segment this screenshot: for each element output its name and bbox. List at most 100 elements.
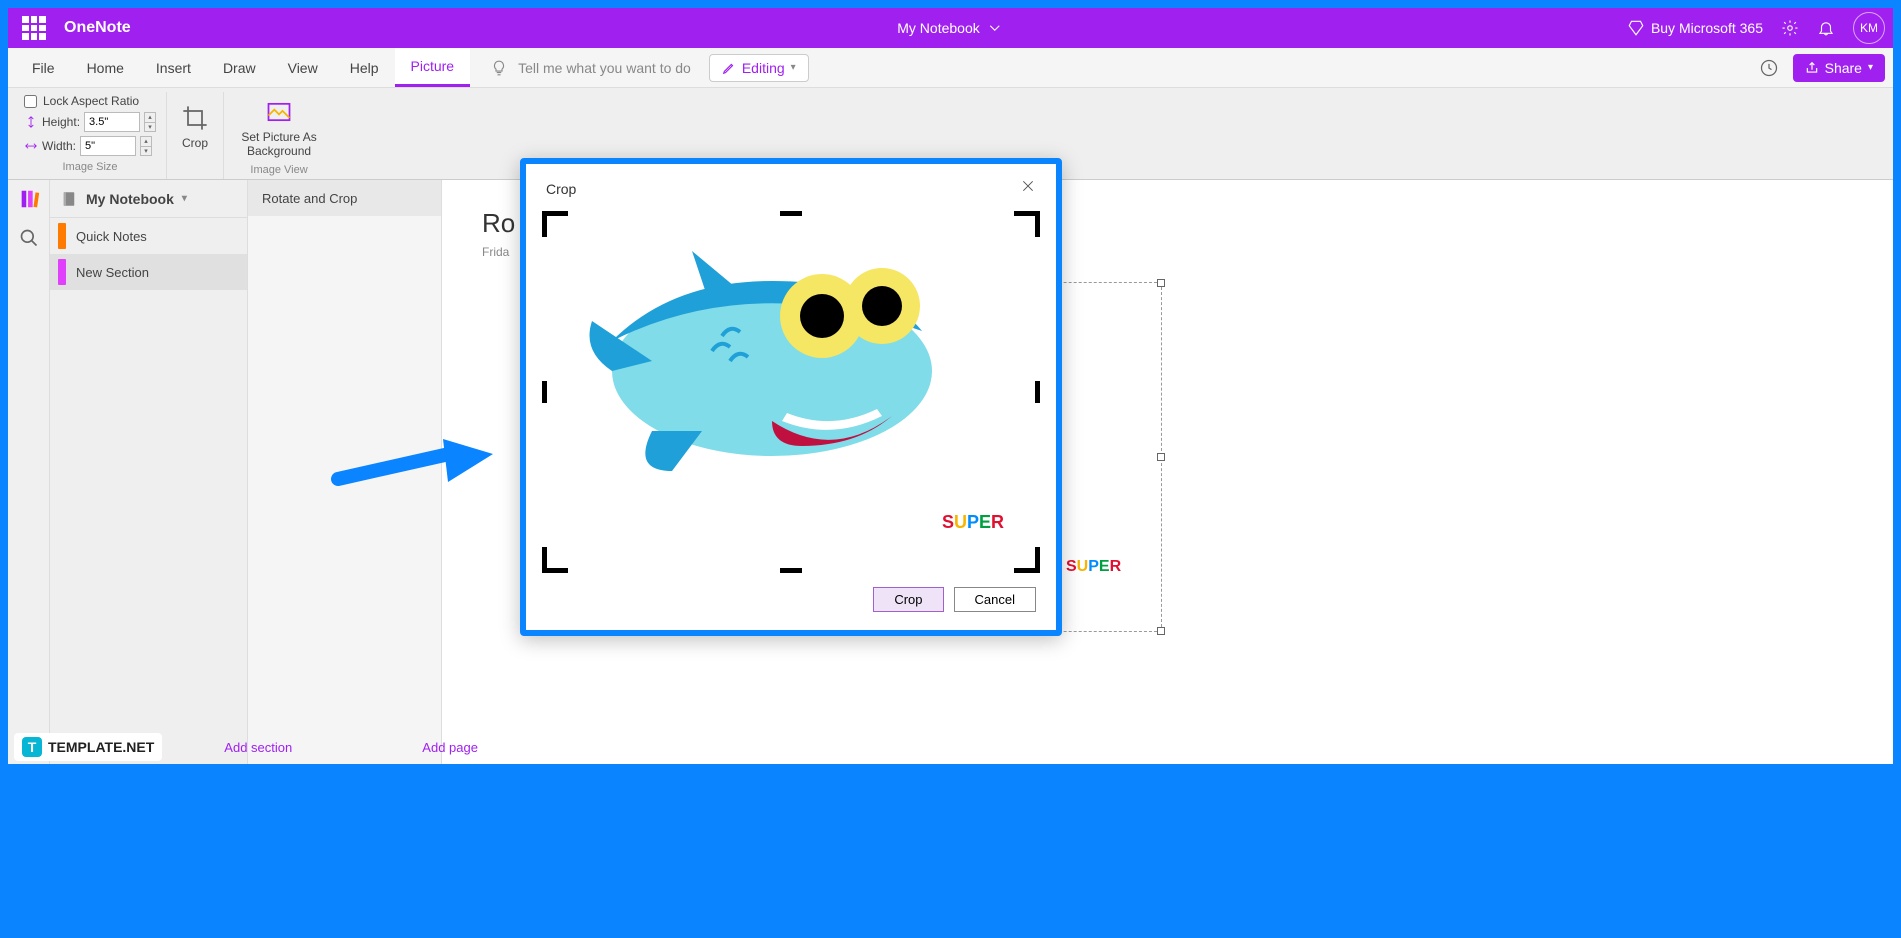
menu-insert[interactable]: Insert: [140, 50, 207, 86]
title-bar: OneNote My Notebook Buy Microsoft 365 KM: [8, 8, 1893, 48]
crop-icon: [181, 104, 209, 132]
dialog-crop-button[interactable]: Crop: [873, 587, 943, 612]
dialog-footer: Crop Cancel: [532, 579, 1050, 624]
height-input[interactable]: [84, 112, 140, 132]
dialog-cancel-button[interactable]: Cancel: [954, 587, 1036, 612]
width-input[interactable]: [80, 136, 136, 156]
page-pane: Rotate and Crop: [248, 180, 442, 764]
chevron-down-icon: [986, 19, 1004, 37]
set-picture-as-background-button[interactable]: Set Picture As Background: [234, 94, 324, 162]
app-frame: OneNote My Notebook Buy Microsoft 365 KM…: [8, 8, 1893, 764]
height-spinner[interactable]: ▴▾: [144, 112, 156, 132]
watermark-text: TEMPLATE.NET: [48, 739, 154, 755]
width-label: Width:: [42, 139, 76, 153]
buy-label: Buy Microsoft 365: [1651, 20, 1763, 36]
section-color-tab: [58, 259, 66, 285]
resize-handle[interactable]: [1157, 279, 1165, 287]
chevron-down-icon: ▾: [182, 193, 187, 204]
crop-handle-left[interactable]: [542, 381, 547, 403]
crop-handle-right[interactable]: [1035, 381, 1040, 403]
chevron-down-icon: ▾: [791, 62, 796, 73]
add-section-button[interactable]: Add section: [204, 740, 312, 755]
add-page-button[interactable]: Add page: [402, 740, 498, 755]
notebook-icon: [60, 190, 78, 208]
menu-draw[interactable]: Draw: [207, 50, 272, 86]
height-label: Height:: [42, 115, 80, 129]
notebook-dropdown[interactable]: My Notebook: [897, 19, 1003, 37]
resize-handle[interactable]: [1157, 453, 1165, 461]
search-icon[interactable]: [19, 228, 39, 248]
share-label: Share: [1825, 60, 1862, 76]
shark-image: [572, 221, 972, 491]
chevron-down-icon: ▾: [1868, 62, 1873, 73]
user-avatar[interactable]: KM: [1853, 12, 1885, 44]
diamond-icon: [1627, 19, 1645, 37]
resize-handle[interactable]: [1157, 627, 1165, 635]
close-icon: [1020, 178, 1036, 194]
crop-handle-bottom[interactable]: [780, 568, 802, 573]
dialog-close-button[interactable]: [1020, 178, 1036, 199]
menu-bar: File Home Insert Draw View Help Picture …: [8, 48, 1893, 88]
template-net-watermark: T TEMPLATE.NET: [14, 733, 162, 761]
share-button[interactable]: Share ▾: [1793, 54, 1885, 82]
picture-background-icon: [265, 98, 293, 126]
lightbulb-icon: [490, 59, 508, 77]
page-label: Rotate and Crop: [262, 191, 357, 206]
width-spinner[interactable]: ▴▾: [140, 136, 152, 156]
dialog-title: Crop: [546, 181, 576, 197]
avatar-initials: KM: [1860, 21, 1878, 35]
menu-picture[interactable]: Picture: [395, 48, 471, 87]
image-view-group-label: Image View: [250, 162, 307, 180]
menu-file[interactable]: File: [16, 50, 71, 86]
notifications-bell-icon[interactable]: [1817, 19, 1835, 37]
editing-mode-button[interactable]: Editing ▾: [709, 54, 809, 82]
page-item-rotate-and-crop[interactable]: Rotate and Crop: [248, 180, 441, 216]
crop-handle-top[interactable]: [780, 211, 802, 216]
crop-dialog: Crop: [520, 158, 1062, 636]
height-icon: [24, 115, 38, 129]
lock-aspect-label: Lock Aspect Ratio: [43, 94, 139, 108]
crop-handle-tr[interactable]: [1014, 211, 1040, 237]
menu-home[interactable]: Home: [71, 50, 140, 86]
ribbon-group-image-size: Lock Aspect Ratio Height: ▴▾ Width: ▴▾ I…: [14, 92, 167, 179]
notebook-dropdown-label: My Notebook: [897, 20, 979, 36]
width-icon: [24, 139, 38, 153]
crop-label: Crop: [182, 136, 208, 150]
section-color-tab: [58, 223, 66, 249]
share-icon: [1805, 61, 1819, 75]
ribbon-group-crop: Crop: [167, 92, 224, 179]
image-size-group-label: Image Size: [63, 159, 118, 177]
lock-aspect-ratio-checkbox[interactable]: Lock Aspect Ratio: [24, 94, 139, 108]
tell-me-search[interactable]: Tell me what you want to do: [490, 59, 691, 77]
tell-me-placeholder: Tell me what you want to do: [518, 60, 691, 76]
crop-handle-bl[interactable]: [542, 547, 568, 573]
menu-help[interactable]: Help: [334, 50, 395, 86]
crop-group-spacer: [194, 159, 197, 177]
menu-view[interactable]: View: [272, 50, 334, 86]
lock-aspect-checkbox-input[interactable]: [24, 95, 37, 108]
settings-gear-icon[interactable]: [1781, 19, 1799, 37]
section-item-quick-notes[interactable]: Quick Notes: [50, 218, 247, 254]
crop-handle-tl[interactable]: [542, 211, 568, 237]
app-launcher-icon[interactable]: [22, 16, 46, 40]
template-net-icon: T: [22, 737, 42, 757]
crop-handle-br[interactable]: [1014, 547, 1040, 573]
image-watermark-logo: SUPER: [1066, 558, 1121, 576]
footer: T TEMPLATE.NET Add section Add page: [8, 730, 1893, 764]
section-label: New Section: [76, 265, 149, 280]
super-simple-logo: SUPER: [942, 512, 1004, 533]
nav-rail: [8, 180, 50, 764]
buy-microsoft-365-button[interactable]: Buy Microsoft 365: [1627, 19, 1763, 37]
notebook-selector[interactable]: My Notebook ▾: [50, 180, 247, 218]
clock-sync-icon[interactable]: [1759, 58, 1779, 78]
app-name: OneNote: [64, 19, 131, 37]
notebooks-icon[interactable]: [18, 188, 40, 210]
crop-button[interactable]: Crop: [177, 100, 213, 154]
editing-label: Editing: [742, 60, 785, 76]
notebook-name: My Notebook: [86, 191, 174, 207]
section-label: Quick Notes: [76, 229, 147, 244]
section-item-new-section[interactable]: New Section: [50, 254, 247, 290]
section-pane: My Notebook ▾ Quick Notes New Section: [50, 180, 248, 764]
crop-area[interactable]: SUPER: [542, 211, 1040, 573]
dialog-header: Crop: [532, 170, 1050, 207]
